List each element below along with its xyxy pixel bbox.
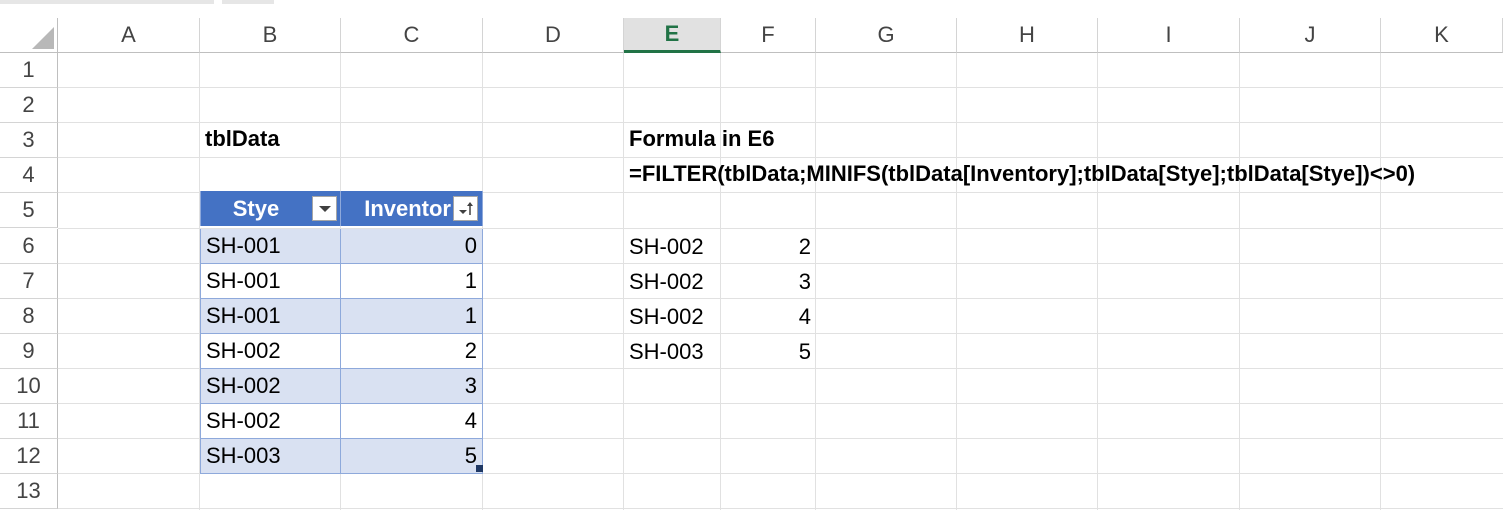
column-header-g[interactable]: G xyxy=(816,18,957,53)
gridline-horizontal xyxy=(58,508,1503,509)
row-header-4[interactable]: 4 xyxy=(0,158,58,194)
table-cell-stye[interactable]: SH-001 xyxy=(200,264,341,299)
table-cell-inventory[interactable]: 3 xyxy=(341,369,483,404)
table-cell-stye[interactable]: SH-002 xyxy=(200,369,341,404)
table-cell-stye[interactable]: SH-001 xyxy=(200,229,341,264)
row-header-11[interactable]: 11 xyxy=(0,404,58,440)
row-header-8[interactable]: 8 xyxy=(0,298,58,334)
table-cell-stye[interactable]: SH-001 xyxy=(200,299,341,334)
column-header-i[interactable]: I xyxy=(1098,18,1240,53)
result-cell-inventory[interactable]: 3 xyxy=(721,264,816,299)
table-cell-inventory[interactable]: 2 xyxy=(341,334,483,369)
select-all-triangle-icon xyxy=(32,27,54,49)
ribbon-edge xyxy=(0,0,1503,18)
table-cell-inventory[interactable]: 0 xyxy=(341,229,483,264)
row-header-2[interactable]: 2 xyxy=(0,88,58,124)
row-header-3[interactable]: 3 xyxy=(0,123,58,159)
result-cell-stye[interactable]: SH-003 xyxy=(624,334,721,369)
table-name-label[interactable]: tblData xyxy=(200,121,285,156)
table-cell-stye[interactable]: SH-003 xyxy=(200,439,341,474)
sort-filter-icon xyxy=(458,201,473,215)
column-header-k[interactable]: K xyxy=(1381,18,1503,53)
result-cell-stye[interactable]: SH-002 xyxy=(624,264,721,299)
table-cell-inventory[interactable]: 1 xyxy=(341,299,483,334)
column-header-c[interactable]: C xyxy=(341,18,483,53)
result-cell-inventory[interactable]: 5 xyxy=(721,334,816,369)
table-cell-stye[interactable]: SH-002 xyxy=(200,404,341,439)
table-cell-stye[interactable]: SH-002 xyxy=(200,334,341,369)
row-header-1[interactable]: 1 xyxy=(0,53,58,89)
result-cell-stye[interactable]: SH-002 xyxy=(624,229,721,264)
result-cell-inventory[interactable]: 2 xyxy=(721,229,816,264)
column-header-j[interactable]: J xyxy=(1240,18,1381,53)
table-cell-inventory[interactable]: 5 xyxy=(341,439,483,474)
column-header-e[interactable]: E xyxy=(624,18,721,53)
row-header-5[interactable]: 5 xyxy=(0,193,58,229)
row-header-7[interactable]: 7 xyxy=(0,263,58,299)
column-header-b[interactable]: B xyxy=(200,18,341,53)
table-header-label: Inventor xyxy=(364,195,451,221)
result-cell-inventory[interactable]: 4 xyxy=(721,299,816,334)
select-all-button[interactable] xyxy=(0,18,58,53)
row-header-13[interactable]: 13 xyxy=(0,474,58,510)
column-header-d[interactable]: D xyxy=(483,18,624,53)
formula-text[interactable]: =FILTER(tblData;MINIFS(tblData[Inventory… xyxy=(624,156,1420,191)
stye-filter-dropdown[interactable] xyxy=(312,196,337,221)
formula-label[interactable]: Formula in E6 xyxy=(624,121,779,156)
gridline-horizontal xyxy=(58,87,1503,88)
table-cell-inventory[interactable]: 1 xyxy=(341,264,483,299)
ribbon-tab-strip xyxy=(222,0,274,4)
row-header-9[interactable]: 9 xyxy=(0,333,58,369)
ribbon-tab-strip xyxy=(0,0,214,4)
row-header-12[interactable]: 12 xyxy=(0,439,58,475)
result-cell-stye[interactable]: SH-002 xyxy=(624,299,721,334)
table-cell-inventory[interactable]: 4 xyxy=(341,404,483,439)
table-header-label: Stye xyxy=(232,195,280,221)
spreadsheet[interactable]: ABCDEFGHIJK 1 2 3 4 5 6 7 8 9 10 11 12 13 tblData Fo… xyxy=(0,0,1503,510)
column-header-f[interactable]: F xyxy=(721,18,816,53)
row-header-10[interactable]: 10 xyxy=(0,368,58,404)
column-header-h[interactable]: H xyxy=(957,18,1098,53)
column-header-a[interactable]: A xyxy=(58,18,200,53)
table-resize-handle[interactable] xyxy=(476,465,483,472)
chevron-down-icon xyxy=(318,205,331,212)
inventory-sort-dropdown[interactable] xyxy=(453,196,478,221)
row-header-6[interactable]: 6 xyxy=(0,228,58,264)
